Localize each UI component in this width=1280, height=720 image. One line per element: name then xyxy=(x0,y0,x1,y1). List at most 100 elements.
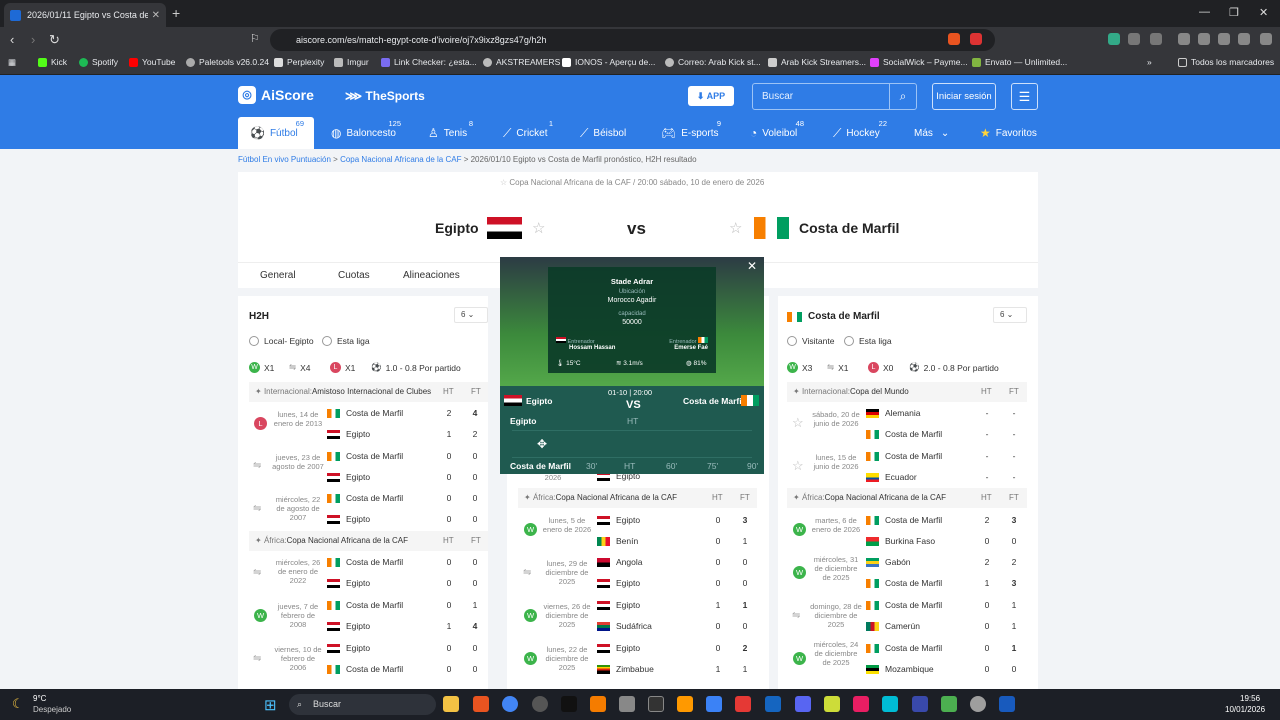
away-team-name[interactable]: Costa de Marfil xyxy=(799,220,899,236)
brave-rewards-icon[interactable] xyxy=(970,33,982,45)
tiktok-icon[interactable] xyxy=(561,696,577,712)
team-row[interactable]: Zimbabue xyxy=(597,664,654,674)
app-icon[interactable] xyxy=(912,696,928,712)
team-row[interactable]: Egipto xyxy=(327,643,370,653)
hamburger-menu-icon[interactable]: ☰ xyxy=(1011,83,1038,110)
team-row[interactable]: Egipto xyxy=(327,514,370,524)
league-name[interactable]: Amistoso Internacional de Clubes xyxy=(312,387,431,396)
maximize-icon[interactable]: ❐ xyxy=(1229,6,1239,19)
aiscore-logo[interactable]: ◎ AiScore xyxy=(238,86,314,104)
vlc-icon[interactable] xyxy=(677,696,693,712)
sport-tab-cricket[interactable]: ⟋ Cricket 1 xyxy=(503,117,553,149)
radio-visitante[interactable]: Visitante xyxy=(787,336,834,346)
back-icon[interactable]: ‹ xyxy=(10,32,14,47)
team-row[interactable]: Costa de Marfil xyxy=(866,600,942,610)
app-icon[interactable] xyxy=(619,696,635,712)
apps-icon[interactable]: ▦ xyxy=(8,57,16,68)
favorite-star-icon[interactable]: ☆ xyxy=(729,219,742,237)
more-bookmarks-icon[interactable]: » xyxy=(1147,57,1152,67)
radio-esta-liga[interactable]: Esta liga xyxy=(844,336,892,346)
file-explorer-icon[interactable] xyxy=(443,696,459,712)
bookmark-icon[interactable]: ⚐ xyxy=(250,32,260,45)
sport-tab-esports[interactable]: 🎮︎ E-sports 9 xyxy=(661,117,721,149)
close-tab-icon[interactable]: ✕ xyxy=(152,10,160,21)
favorite-star-icon[interactable]: ☆ xyxy=(792,415,804,431)
browser-tab[interactable]: 2026/01/11 Egipto vs Costa de M ✕ xyxy=(4,3,166,27)
terminal-icon[interactable] xyxy=(648,696,664,712)
sport-tab-favoritos[interactable]: ★ Favoritos xyxy=(980,117,1040,149)
bookmark-item[interactable]: AKSTREAMERS xyxy=(483,57,560,67)
extensions-icon[interactable] xyxy=(1128,33,1140,45)
away-count-select[interactable]: 6 ⌄ xyxy=(993,307,1027,323)
league-name[interactable]: Copa Nacional Africana de la CAF xyxy=(287,536,408,545)
sport-tab-tenis[interactable]: ♙ Tenis 8 xyxy=(428,117,473,149)
sport-tab-voleibol[interactable]: ◔ Voleibol 48 xyxy=(750,117,804,149)
bookmark-item[interactable]: Link Checker: ¿esta... xyxy=(381,57,477,67)
discord-icon[interactable] xyxy=(795,696,811,712)
home-team-name[interactable]: Egipto xyxy=(435,220,479,236)
login-button[interactable]: Iniciar sesión xyxy=(932,83,996,110)
team-row[interactable]: Costa de Marfil xyxy=(866,451,942,461)
breadcrumb-link[interactable]: Copa Nacional Africana de la CAF xyxy=(340,155,461,164)
tab-cuotas[interactable]: Cuotas xyxy=(338,270,370,281)
team-row[interactable]: Egipto xyxy=(597,643,640,653)
close-window-icon[interactable]: ✕ xyxy=(1259,6,1268,19)
windows-start-icon[interactable]: ⊞ xyxy=(264,696,277,714)
app-icon[interactable] xyxy=(824,696,840,712)
team-row[interactable]: Egipto xyxy=(597,578,640,588)
app-icon[interactable] xyxy=(590,696,606,712)
league-name[interactable]: Copa Nacional Africana de la CAF xyxy=(556,493,677,502)
team-row[interactable]: Costa de Marfil xyxy=(327,664,403,674)
team-row[interactable]: Mozambique xyxy=(866,664,934,674)
app-icon[interactable] xyxy=(941,696,957,712)
favorite-star-icon[interactable]: ☆ xyxy=(792,458,804,474)
team-row[interactable]: Costa de Marfil xyxy=(327,600,403,610)
breadcrumb-link[interactable]: Fútbol En vivo Puntuación xyxy=(238,155,331,164)
team-row[interactable]: Camerún xyxy=(866,621,920,631)
bookmark-item[interactable]: IONOS - Aperçu de... xyxy=(562,57,655,67)
sport-tab-baloncesto[interactable]: ◍ Baloncesto 125 xyxy=(331,117,401,149)
vpn-icon[interactable] xyxy=(1238,33,1250,45)
app-icon[interactable] xyxy=(853,696,869,712)
bookmark-item[interactable]: Paletools v26.0.24 xyxy=(186,57,269,67)
star-icon[interactable]: ☆ xyxy=(500,178,507,187)
reload-icon[interactable]: ↻ xyxy=(49,32,60,48)
team-row[interactable]: Alemania xyxy=(866,408,920,418)
leo-icon[interactable] xyxy=(1218,33,1230,45)
sport-tab-beisbol[interactable]: ⟋ Béisbol xyxy=(580,117,630,149)
competition-name[interactable]: Copa Nacional Africana de la CAF xyxy=(509,178,630,187)
all-bookmarks-folder[interactable]: Todos los marcadores xyxy=(1178,57,1274,67)
radio-esta-liga[interactable]: Esta liga xyxy=(322,336,370,346)
team-row[interactable]: Burkina Faso xyxy=(866,536,935,546)
radio-local[interactable]: Local- Egipto xyxy=(249,336,314,346)
search-icon[interactable]: ⌕ xyxy=(889,84,916,109)
bookmark-item[interactable]: YouTube xyxy=(129,57,175,67)
new-tab-icon[interactable]: + xyxy=(172,5,180,21)
minimize-icon[interactable]: — xyxy=(1199,6,1210,18)
team-row[interactable]: Costa de Marfil xyxy=(866,643,942,653)
team-row[interactable]: Costa de Marfil xyxy=(327,557,403,567)
team-row[interactable]: Egipto xyxy=(597,515,640,525)
league-name[interactable]: Copa del Mundo xyxy=(850,387,909,396)
bookmark-item[interactable]: Kick xyxy=(38,57,67,67)
app-icon[interactable] xyxy=(882,696,898,712)
search-input[interactable]: Buscar ⌕ xyxy=(752,83,917,110)
team-row[interactable]: Benín xyxy=(597,536,638,546)
app-button[interactable]: ⬇ APP xyxy=(688,86,734,106)
settings-icon[interactable] xyxy=(970,696,986,712)
extension-icon[interactable] xyxy=(1108,33,1120,45)
menu-icon[interactable] xyxy=(1260,33,1272,45)
team-row[interactable]: Egipto xyxy=(327,429,370,439)
app-icon[interactable] xyxy=(706,696,722,712)
team-row[interactable]: Egipto xyxy=(327,621,370,631)
app-icon[interactable] xyxy=(765,696,781,712)
team-row[interactable]: Costa de Marfil xyxy=(327,408,403,418)
brave-icon[interactable] xyxy=(473,696,489,712)
bookmark-item[interactable]: Imgur xyxy=(334,57,369,67)
bookmark-item[interactable]: Perplexity xyxy=(274,57,324,67)
bookmark-item[interactable]: Envato — Unlimited... xyxy=(972,57,1067,67)
sport-tab-futbol[interactable]: ⚽ Fútbol 69 xyxy=(238,117,314,149)
chrome-icon[interactable] xyxy=(502,696,518,712)
thesports-logo[interactable]: ⋙ TheSports xyxy=(345,89,425,103)
extension-icon[interactable] xyxy=(1150,33,1162,45)
